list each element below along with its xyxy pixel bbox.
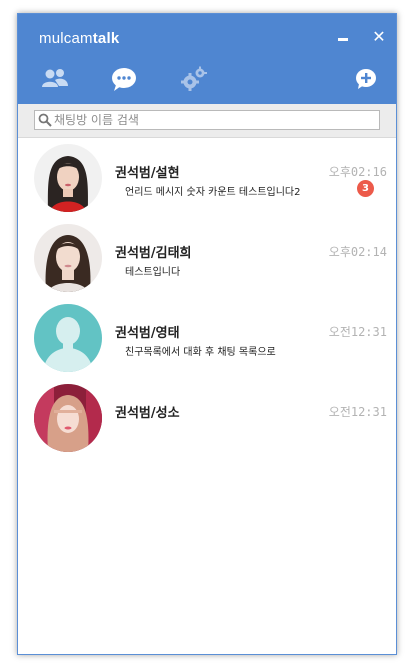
search-icon — [38, 113, 52, 127]
avatar — [34, 384, 102, 452]
avatar — [34, 304, 102, 372]
chat-bubble-icon — [112, 68, 136, 91]
brand-light: mulcam — [39, 30, 93, 47]
chat-tab-button[interactable] — [109, 64, 139, 94]
timestamp: 오전12:31 — [328, 325, 387, 339]
people-icon — [42, 69, 68, 87]
close-button[interactable]: ✕ — [370, 28, 388, 46]
profile-photo-icon — [34, 144, 102, 212]
minimize-button[interactable] — [335, 28, 353, 46]
last-message: 테스트입니다 — [125, 267, 181, 278]
chat-list-item[interactable]: 권석범/김태희 테스트입니다 오후02:14 — [18, 218, 396, 298]
search-input[interactable] — [54, 111, 374, 129]
chat-window: mulcamtalk ✕ 채팅방 이름 검색 권석범/설현 언리드 메시지 숫자… — [17, 13, 397, 655]
chat-list-item[interactable]: 권석범/영태 친구목록에서 대화 후 채팅 목록으로 오전12:31 — [18, 298, 396, 378]
timestamp: 오후02:16 — [328, 165, 387, 179]
last-message: 언리드 메시지 숫자 카운트 테스트입니다2 — [125, 187, 301, 198]
app-logo: mulcamtalk — [39, 30, 119, 47]
chat-name: 권석범/설현 — [115, 166, 180, 181]
last-message: 친구목록에서 대화 후 채팅 목록으로 — [125, 347, 276, 358]
brand-bold: talk — [92, 30, 120, 47]
gear-icon — [181, 66, 207, 91]
settings-tab-button[interactable] — [179, 64, 209, 94]
search-box — [34, 110, 380, 130]
avatar — [34, 144, 102, 212]
new-chat-icon — [356, 69, 376, 89]
default-profile-icon — [34, 304, 102, 372]
profile-photo-icon — [34, 384, 102, 452]
title-bar: mulcamtalk ✕ — [18, 14, 396, 104]
unread-count-badge: 3 — [357, 180, 374, 197]
chat-list-item[interactable]: 권석범/설현 언리드 메시지 숫자 카운트 테스트입니다2 오후02:16 3 — [18, 138, 396, 218]
chat-name: 권석범/영태 — [115, 326, 180, 341]
new-chat-button[interactable] — [351, 64, 381, 94]
chat-name: 권석범/성소 — [115, 406, 180, 421]
timestamp: 오전12:31 — [328, 405, 387, 419]
friends-tab-button[interactable] — [40, 64, 70, 94]
profile-photo-icon — [34, 224, 102, 292]
chat-name: 권석범/김태희 — [115, 246, 192, 261]
search-bar — [18, 104, 396, 138]
timestamp: 오후02:14 — [328, 245, 387, 259]
avatar — [34, 224, 102, 292]
chat-list-item[interactable]: 권석범/성소 오전12:31 — [18, 378, 396, 458]
